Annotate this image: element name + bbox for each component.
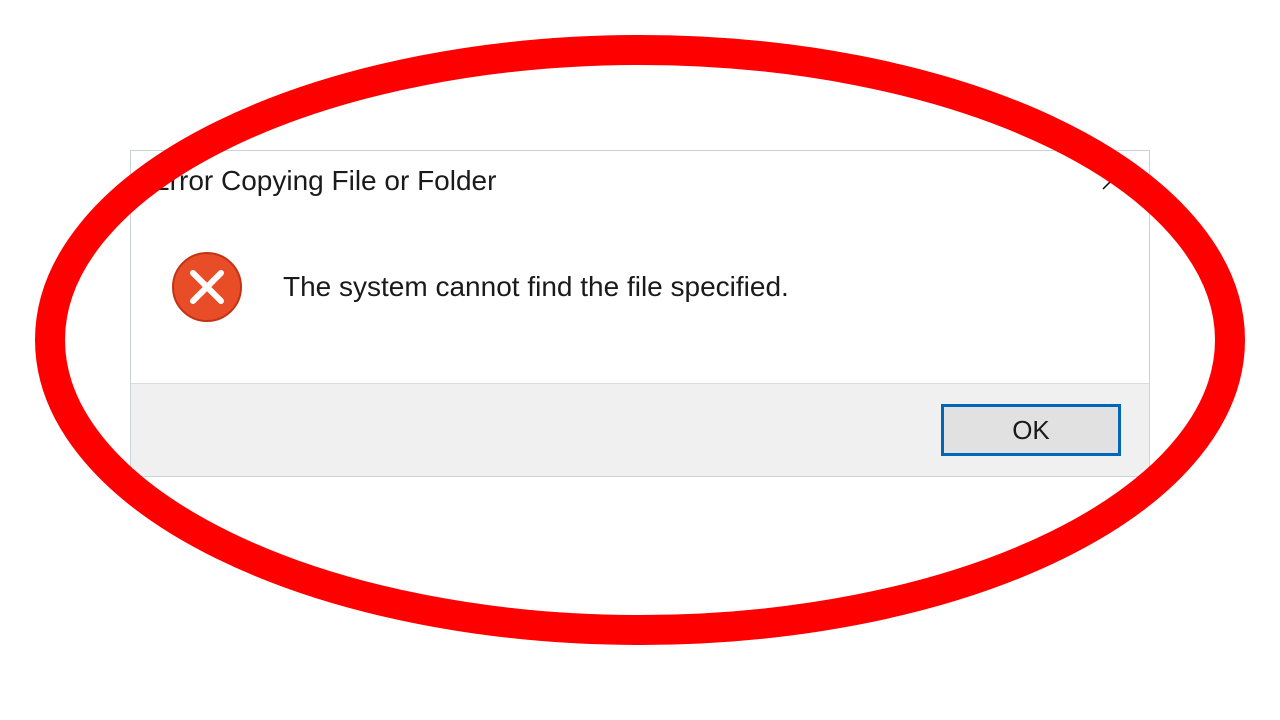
dialog-title: Error Copying File or Folder — [151, 165, 496, 197]
dialog-titlebar: Error Copying File or Folder — [131, 151, 1149, 211]
error-icon — [171, 251, 243, 323]
error-dialog: Error Copying File or Folder The system … — [130, 150, 1150, 477]
close-button[interactable] — [1089, 158, 1135, 204]
ok-button[interactable]: OK — [941, 404, 1121, 456]
dialog-message: The system cannot find the file specifie… — [283, 271, 789, 303]
close-icon — [1100, 168, 1124, 195]
dialog-body: The system cannot find the file specifie… — [131, 211, 1149, 383]
dialog-footer: OK — [131, 383, 1149, 476]
